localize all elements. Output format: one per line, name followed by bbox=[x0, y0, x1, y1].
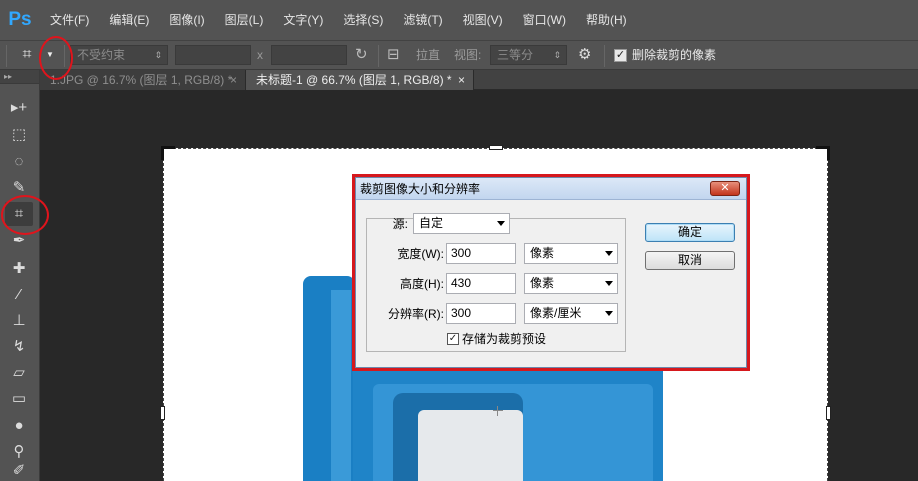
crop-edge-handle-right[interactable] bbox=[826, 406, 831, 420]
resolution-unit-value: 像素/厘米 bbox=[530, 306, 582, 320]
pen-tool-icon[interactable]: ✐ bbox=[5, 462, 33, 480]
swap-dimensions-icon[interactable]: ↻ bbox=[355, 45, 368, 65]
gear-icon[interactable]: ⚙ bbox=[578, 45, 591, 65]
resolution-input[interactable]: 300 bbox=[446, 303, 516, 324]
document-tabs: 1.JPG @ 16.7% (图层 1, RGB/8) * × 未标题-1 @ … bbox=[40, 70, 918, 90]
marquee-tool-icon[interactable]: ⬚ bbox=[5, 123, 33, 147]
toolbox-collapse-icon[interactable]: ▸▸ bbox=[0, 70, 39, 84]
width-unit-select[interactable]: 像素 bbox=[524, 243, 618, 264]
height-unit-value: 像素 bbox=[530, 276, 555, 290]
save-crop-preset-label: 存储为裁剪预设 bbox=[462, 332, 547, 346]
options-separator bbox=[378, 45, 379, 67]
menu-filter[interactable]: 滤镜(T) bbox=[393, 0, 452, 40]
overlay-view-value: 三等分 bbox=[497, 48, 534, 62]
annotation-circle-preset-arrow bbox=[39, 36, 73, 80]
crop-tool-preset-icon[interactable]: ⌗ bbox=[16, 46, 38, 66]
menu-help[interactable]: 帮助(H) bbox=[576, 0, 637, 40]
menu-layer[interactable]: 图层(L) bbox=[215, 0, 274, 40]
close-icon[interactable]: × bbox=[230, 70, 237, 90]
blue-object-window bbox=[418, 410, 523, 481]
move-tool-icon[interactable]: ▸+ bbox=[5, 96, 33, 120]
menu-select[interactable]: 选择(S) bbox=[333, 0, 393, 40]
crop-center-crosshair bbox=[493, 406, 503, 416]
toolbox: ▸▸ ▸+ ⬚ ◌ ✎ ⌗ ✒ ✚ ⁄ ⊥ ↯ ▱ ▭ ● ⚲ ✐ bbox=[0, 70, 40, 481]
chevron-updown-icon: ⇕ bbox=[154, 50, 162, 60]
crop-corner-handle[interactable] bbox=[816, 146, 830, 160]
save-crop-preset-checkbox[interactable]: ✓ bbox=[447, 333, 459, 345]
options-separator bbox=[604, 45, 605, 67]
options-bar: ⌗ ▼ 不受约束 ⇕ x ↻ ⊟ 拉直 视图: 三等分 ⇕ ⚙ ✓ 删除裁剪的像… bbox=[0, 40, 918, 70]
overlay-view-select[interactable]: 三等分 ⇕ bbox=[490, 45, 567, 65]
tab-label: 1.JPG @ 16.7% (图层 1, RGB/8) * bbox=[50, 73, 233, 87]
menu-window[interactable]: 窗口(W) bbox=[513, 0, 576, 40]
resolution-label: 分辨率(R): bbox=[388, 307, 444, 321]
options-grip bbox=[6, 45, 7, 67]
blur-tool-icon[interactable]: ● bbox=[5, 414, 33, 438]
blue-object-part bbox=[331, 290, 351, 481]
menu-view[interactable]: 视图(V) bbox=[453, 0, 513, 40]
chevron-updown-icon: ⇕ bbox=[553, 50, 561, 60]
close-icon[interactable]: × bbox=[458, 70, 465, 90]
straighten-icon[interactable]: ⊟ bbox=[387, 45, 400, 65]
crop-edge-handle-left[interactable] bbox=[160, 406, 165, 420]
lasso-tool-icon[interactable]: ◌ bbox=[5, 150, 33, 174]
menu-file[interactable]: 文件(F) bbox=[40, 0, 99, 40]
tab-label: 未标题-1 @ 66.7% (图层 1, RGB/8) * bbox=[256, 73, 452, 87]
resolution-unit-select[interactable]: 像素/厘米 bbox=[524, 303, 618, 324]
stamp-tool-icon[interactable]: ⊥ bbox=[5, 309, 33, 333]
tab-1-jpg[interactable]: 1.JPG @ 16.7% (图层 1, RGB/8) * × bbox=[40, 70, 246, 90]
annotation-circle-crop-tool bbox=[1, 195, 49, 235]
source-value: 自定 bbox=[419, 216, 444, 230]
close-icon[interactable]: ✕ bbox=[710, 181, 740, 196]
height-input[interactable]: 430 bbox=[446, 273, 516, 294]
swap-x-label: x bbox=[257, 48, 263, 62]
healing-tool-icon[interactable]: ✚ bbox=[5, 257, 33, 281]
chevron-down-icon bbox=[497, 221, 505, 226]
width-unit-value: 像素 bbox=[530, 246, 555, 260]
photoshop-logo: Ps bbox=[8, 9, 32, 30]
brush-tool-icon[interactable]: ⁄ bbox=[5, 283, 33, 307]
chevron-down-icon bbox=[605, 311, 613, 316]
menu-type[interactable]: 文字(Y) bbox=[273, 0, 333, 40]
source-label: 源: bbox=[392, 217, 408, 231]
source-select[interactable]: 自定 bbox=[413, 213, 510, 234]
menu-bar: Ps 文件(F) 编辑(E) 图像(I) 图层(L) 文字(Y) 选择(S) 滤… bbox=[0, 0, 918, 40]
width-input[interactable]: 300 bbox=[446, 243, 516, 264]
straighten-label[interactable]: 拉直 bbox=[416, 45, 440, 65]
history-brush-tool-icon[interactable]: ↯ bbox=[5, 335, 33, 359]
crop-corner-handle[interactable] bbox=[161, 146, 175, 160]
chevron-down-icon bbox=[605, 281, 613, 286]
delete-cropped-pixels-checkbox[interactable]: ✓ bbox=[614, 49, 627, 62]
crop-size-dialog: 裁剪图像大小和分辨率 ✕ 源: 自定 宽度(W): 300 像素 高度(H): … bbox=[355, 177, 747, 368]
ok-button[interactable]: 确定 bbox=[645, 223, 735, 242]
ratio-constraint-value: 不受约束 bbox=[77, 48, 126, 62]
crop-height-input[interactable] bbox=[271, 45, 347, 65]
eraser-tool-icon[interactable]: ▱ bbox=[5, 361, 33, 385]
cancel-button[interactable]: 取消 bbox=[645, 251, 735, 270]
crop-width-input[interactable] bbox=[175, 45, 251, 65]
gradient-tool-icon[interactable]: ▭ bbox=[5, 387, 33, 411]
crop-edge-handle-top[interactable] bbox=[489, 145, 503, 150]
height-unit-select[interactable]: 像素 bbox=[524, 273, 618, 294]
menu-edit[interactable]: 编辑(E) bbox=[99, 0, 159, 40]
view-label: 视图: bbox=[454, 48, 482, 62]
width-label: 宽度(W): bbox=[397, 247, 444, 261]
tab-untitled-1[interactable]: 未标题-1 @ 66.7% (图层 1, RGB/8) * × bbox=[246, 70, 474, 90]
delete-cropped-pixels-label: 删除裁剪的像素 bbox=[632, 48, 717, 62]
menu-image[interactable]: 图像(I) bbox=[159, 0, 214, 40]
dodge-tool-icon[interactable]: ⚲ bbox=[5, 440, 33, 464]
height-label: 高度(H): bbox=[400, 277, 444, 291]
chevron-down-icon bbox=[605, 251, 613, 256]
dialog-title: 裁剪图像大小和分辨率 bbox=[356, 178, 746, 200]
ratio-constraint-select[interactable]: 不受约束 ⇕ bbox=[70, 45, 168, 65]
